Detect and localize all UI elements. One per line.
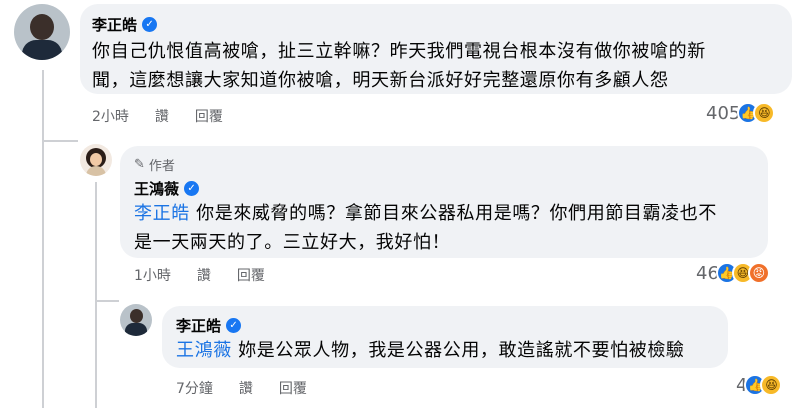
comment-actions: 7分鐘 讚 回覆 [176, 378, 333, 398]
verified-icon: ✓ [142, 17, 158, 32]
author-name[interactable]: 李正皓 [176, 315, 221, 336]
like-button[interactable]: 讚 [197, 265, 211, 285]
comment-bubble: 李正皓 ✓ 你自己仇恨值高被嗆，扯三立幹嘛？昨天我們電視台根本沒有做你被嗆的新 … [80, 4, 792, 94]
reply-button[interactable]: 回覆 [279, 378, 307, 398]
verified-icon: ✓ [226, 318, 242, 333]
avatar-suit [125, 323, 147, 336]
author-tag: ✎ 作者 [134, 155, 175, 174]
comment-time[interactable]: 1小時 [134, 265, 171, 285]
reaction-summary[interactable]: 46 👍 😆 😡 [696, 262, 770, 284]
comment-text: 王鴻薇 妳是公眾人物，我是公器公用，敢造謠就不要怕被檢驗 [176, 340, 685, 361]
comment-text-line: 你自己仇恨值高被嗆，扯三立幹嘛？昨天我們電視台根本沒有做你被嗆的新 [92, 41, 706, 62]
mention-link[interactable]: 王鴻薇 [176, 340, 232, 361]
pencil-icon: ✎ [134, 157, 145, 172]
reply-bubble: 李正皓 ✓ 王鴻薇 妳是公眾人物，我是公器公用，敢造謠就不要怕被檢驗 [162, 306, 728, 368]
comment-author[interactable]: 李正皓 ✓ [176, 315, 242, 336]
comment-text: 李正皓 你是來威脅的嗎？拿節目來公器私用是嗎？你們用節目霸凌也不 是一天兩天的了… [134, 199, 717, 257]
haha-icon: 😆 [760, 374, 783, 396]
avatar-top [86, 166, 106, 176]
avatar-face [90, 153, 102, 166]
thread-connector-nested [95, 300, 119, 302]
comment-text: 你自己仇恨值高被嗆，扯三立幹嘛？昨天我們電視台根本沒有做你被嗆的新 聞，這麼想讓… [92, 37, 706, 95]
comment-author[interactable]: 王鴻薇 ✓ [134, 178, 200, 199]
author-name[interactable]: 李正皓 [92, 14, 137, 35]
author-tag-label: 作者 [148, 159, 175, 174]
avatar[interactable] [14, 4, 70, 60]
comment-actions: 1小時 讚 回覆 [134, 265, 291, 285]
comment-time[interactable]: 2小時 [92, 106, 129, 126]
reply-button[interactable]: 回覆 [237, 265, 265, 285]
reaction-count: 405 [706, 102, 741, 124]
comment-actions: 2小時 讚 回覆 [92, 106, 249, 126]
mention-link[interactable]: 李正皓 [134, 203, 190, 224]
haha-icon: 😆 [753, 102, 776, 124]
comment-author[interactable]: 李正皓 ✓ [92, 14, 158, 35]
avatar[interactable] [80, 144, 112, 176]
comment-text-line: 聞，這麼想讓大家知道你被嗆，明天新台派好好完整還原你有多顧人怨 [92, 70, 669, 91]
avatar[interactable] [120, 304, 152, 336]
reaction-summary[interactable]: 4 👍 😆 [736, 374, 783, 396]
author-name[interactable]: 王鴻薇 [134, 178, 179, 199]
like-button[interactable]: 讚 [155, 106, 169, 126]
comment-text-line: 是一天兩天的了。三立好大，我好怕！ [134, 232, 451, 253]
comment-time[interactable]: 7分鐘 [176, 378, 213, 398]
verified-icon: ✓ [184, 181, 200, 196]
thread-line-nested [95, 182, 97, 408]
reply-bubble: ✎ 作者 王鴻薇 ✓ 李正皓 你是來威脅的嗎？拿節目來公器私用是嗎？你們用節目霸… [120, 146, 768, 258]
reply-button[interactable]: 回覆 [195, 106, 223, 126]
avatar-figure [30, 14, 54, 40]
avatar-figure [130, 309, 143, 323]
reaction-summary[interactable]: 405 👍 😆 [706, 102, 776, 124]
avatar-suit [22, 40, 62, 60]
angry-icon: 😡 [747, 262, 770, 284]
like-button[interactable]: 讚 [239, 378, 253, 398]
thread-line [42, 70, 44, 408]
thread-connector [42, 140, 78, 142]
comment-text-line: 李正皓 你是來威脅的嗎？拿節目來公器私用是嗎？你們用節目霸凌也不 [134, 203, 717, 224]
